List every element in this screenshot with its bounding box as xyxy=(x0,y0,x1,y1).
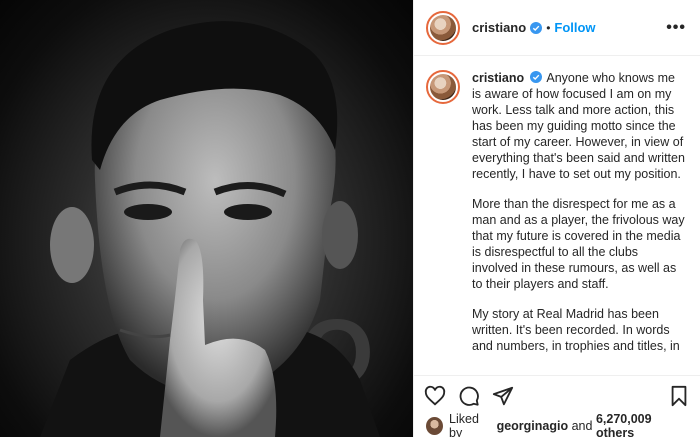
likes-and: and xyxy=(571,419,593,433)
likes-line: Liked by georginagio and 6,270,009 other… xyxy=(414,412,700,437)
likes-count-link[interactable]: 6,270,009 others xyxy=(596,412,688,437)
likes-prefix: Liked by xyxy=(449,412,479,437)
caption-avatar[interactable] xyxy=(426,70,460,104)
caption-paragraph-2: More than the disrespect for me as a man… xyxy=(472,197,685,291)
avatar[interactable] xyxy=(426,10,460,45)
post-photo[interactable]: O xyxy=(0,0,413,437)
caption-paragraph-1: Anyone who knows me is aware of how focu… xyxy=(472,71,685,181)
username-link[interactable]: cristiano xyxy=(472,20,526,35)
caption-text: cristiano Anyone who knows me is aware o… xyxy=(472,70,686,375)
save-icon[interactable] xyxy=(668,385,690,407)
separator-dot: • xyxy=(546,20,551,35)
verified-icon xyxy=(530,21,543,34)
post-view: O cristiano • Follow ••• xyxy=(0,0,700,437)
comments-area[interactable]: cristiano Anyone who knows me is aware o… xyxy=(414,56,700,375)
caption-username-link[interactable]: cristiano xyxy=(472,71,524,85)
comment-icon[interactable] xyxy=(458,385,480,407)
post-details: cristiano • Follow ••• cristiano Anyone … xyxy=(413,0,700,437)
liker-avatar[interactable] xyxy=(426,417,444,435)
share-icon[interactable] xyxy=(492,385,514,407)
caption-paragraph-3: My story at Real Madrid has been written… xyxy=(472,307,680,353)
post-header: cristiano • Follow ••• xyxy=(414,0,700,56)
follow-button[interactable]: Follow xyxy=(554,20,595,35)
action-bar xyxy=(414,375,700,415)
verified-icon xyxy=(529,71,542,83)
liker-username-link[interactable]: georginagio xyxy=(497,419,569,433)
portrait-illustration: O xyxy=(40,21,380,437)
heart-icon[interactable] xyxy=(424,385,446,407)
more-options-button[interactable]: ••• xyxy=(666,19,686,37)
caption-paragraph: cristiano Anyone who knows me is aware o… xyxy=(472,70,686,182)
